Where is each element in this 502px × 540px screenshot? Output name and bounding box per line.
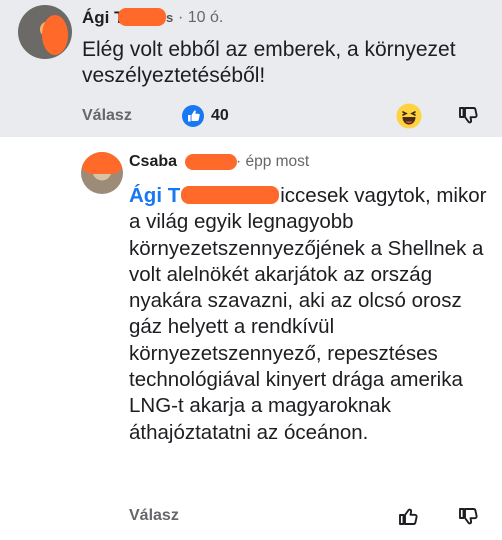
like-reaction-icon[interactable] — [182, 105, 204, 127]
comment-author[interactable]: Csaba — [129, 153, 177, 171]
like-count: 40 — [211, 107, 229, 124]
comment-time: · 10 ó. — [178, 9, 224, 26]
reply-button[interactable]: Válasz — [129, 507, 179, 525]
dislike-icon[interactable] — [456, 104, 480, 128]
haha-reaction-icon[interactable] — [396, 103, 422, 129]
mention-redaction — [181, 186, 280, 204]
comment-text: Elég volt ebből az emberek, a környezet … — [82, 38, 456, 87]
comment-text: Ági Ticcesek vagytok, mikor a világ egyi… — [129, 184, 487, 444]
redaction-mark — [42, 15, 68, 55]
author-redaction — [185, 154, 237, 170]
avatar[interactable] — [18, 5, 72, 59]
author-suffix: s — [166, 10, 174, 25]
redaction-mark — [81, 152, 123, 174]
author-redaction — [118, 8, 166, 26]
thumbs-up-icon[interactable] — [396, 504, 420, 528]
mention-link[interactable]: Ági T — [129, 184, 180, 207]
dislike-icon[interactable] — [456, 505, 480, 529]
comment-time: · épp most — [236, 153, 310, 170]
avatar[interactable] — [81, 152, 123, 194]
reply-button[interactable]: Válasz — [82, 107, 132, 125]
